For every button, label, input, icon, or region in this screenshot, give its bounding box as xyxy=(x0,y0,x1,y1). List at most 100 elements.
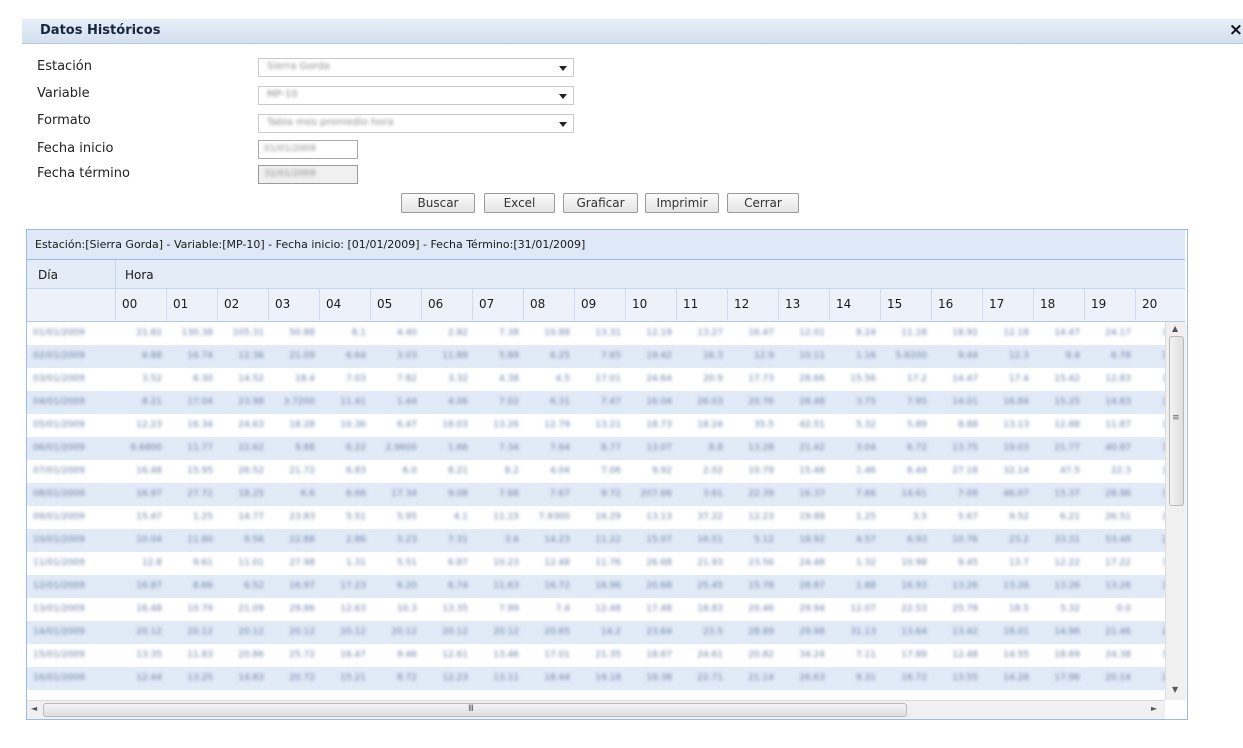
fecha-inicio-field[interactable]: 01/01/2009 xyxy=(258,140,358,159)
hour-column-header[interactable]: 10 xyxy=(625,289,676,320)
graficar-button[interactable]: Graficar xyxy=(563,193,638,213)
value-cell: 7.47 xyxy=(600,397,621,407)
variable-value: MP-10 xyxy=(267,89,298,100)
table-row[interactable]: 14/01/2009 20.12 20.12 20.12 20.12 20.12 20.12… xyxy=(27,621,1165,644)
hour-column-header[interactable]: 16 xyxy=(931,289,982,320)
close-icon[interactable]: × xyxy=(1229,20,1243,40)
chevron-down-icon[interactable] xyxy=(559,94,567,99)
hour-column-header[interactable]: 11 xyxy=(676,289,727,320)
vertical-scroll-thumb[interactable]: ≡ xyxy=(1169,336,1184,506)
value-cell: 22.39 xyxy=(748,489,774,499)
table-row[interactable]: 03/01/2009 3.52 6.30 14.52 18.4 7.03 7.82 3.32 4… xyxy=(27,368,1165,391)
value-cell: 27.72 xyxy=(187,489,213,499)
scroll-left-icon[interactable]: ◄ xyxy=(31,704,37,713)
hour-column-header[interactable]: 01 xyxy=(166,289,217,320)
hour-column-header[interactable]: 17 xyxy=(982,289,1033,320)
hour-column-header[interactable]: 18 xyxy=(1033,289,1084,320)
value-cell: 3.6 xyxy=(504,535,519,545)
value-cell: 0.1 xyxy=(1137,604,1165,615)
scroll-down-icon[interactable]: ▼ xyxy=(1172,685,1178,694)
hour-column-header[interactable]: 02 xyxy=(217,289,268,320)
hour-column-header[interactable]: 20 xyxy=(1135,289,1186,320)
value-cell: 11.83 xyxy=(187,650,213,660)
date-cell: 05/01/2009 xyxy=(33,420,85,430)
value-cell: 16.97 xyxy=(289,581,315,591)
hour-column-header[interactable]: 14 xyxy=(829,289,880,320)
hour-column-header[interactable]: 08 xyxy=(523,289,574,320)
value-cell: 28.48 xyxy=(799,397,825,407)
table-row[interactable]: 06/01/2009 6.6800 11.77 22.62 9.88 6.22 2.9600… xyxy=(27,437,1165,460)
hour-column-header[interactable]: 15 xyxy=(880,289,931,320)
value-cell: 3.7200 xyxy=(283,397,316,407)
fecha-termino-field[interactable]: 31/01/2009 xyxy=(258,165,358,184)
hour-column-header[interactable]: 03 xyxy=(268,289,319,320)
hour-column-header[interactable]: 13 xyxy=(778,289,829,320)
table-row[interactable]: 09/01/2009 15.47 1.25 14.77 23.83 5.51 5.95 4.1… xyxy=(27,506,1165,529)
imprimir-button[interactable]: Imprimir xyxy=(645,193,719,213)
value-cell: 8.2 xyxy=(504,466,519,476)
table-row[interactable]: 15/01/2009 13.35 11.83 20.86 25.72 16.47 9.46 1… xyxy=(27,644,1165,667)
table-row[interactable]: 08/01/2009 16.97 27.72 18.25 6.6 6.66 17.34 9.0… xyxy=(27,483,1165,506)
hora-column-header[interactable]: Hora xyxy=(125,268,154,282)
value-cell: 13.7 xyxy=(1008,558,1029,568)
hour-column-header[interactable]: 00 xyxy=(115,289,166,320)
table-row[interactable]: 07/01/2009 16.48 15.95 26.52 21.72 6.83 6.0 8.2… xyxy=(27,460,1165,483)
value-cell: 23.98 xyxy=(238,397,264,407)
scroll-right-icon[interactable]: ► xyxy=(1151,704,1157,713)
value-cell: 4.38 xyxy=(498,374,519,384)
value-cell: 13.13 xyxy=(1003,420,1029,430)
value-cell: 10.1 xyxy=(1137,420,1165,431)
value-cell: 14.83 xyxy=(1105,397,1131,407)
value-cell: 14.28 xyxy=(1003,673,1029,683)
value-cell: 3.03 xyxy=(396,351,417,361)
hour-column-header[interactable]: 19 xyxy=(1084,289,1135,320)
table-row[interactable]: 04/01/2009 8.21 17.04 23.98 3.7200 11.41 1.44 4… xyxy=(27,391,1165,414)
horizontal-scrollbar[interactable]: ◄ III ► xyxy=(27,700,1165,719)
horizontal-scroll-thumb[interactable]: III xyxy=(43,703,907,717)
cerrar-button[interactable]: Cerrar xyxy=(727,193,799,213)
value-cell: 17.22 xyxy=(1105,558,1131,568)
table-row[interactable]: 01/01/2009 21.82 130.38 105.31 50.88 8.1 4.40 2… xyxy=(27,322,1165,345)
chevron-down-icon[interactable] xyxy=(559,122,567,127)
value-cell: 37.22 xyxy=(697,512,723,522)
scroll-up-icon[interactable]: ▲ xyxy=(1172,324,1178,333)
excel-button[interactable]: Excel xyxy=(484,193,555,213)
variable-select[interactable]: MP-10 xyxy=(258,86,574,105)
table-row[interactable]: 05/01/2009 12.23 16.34 24.63 18.28 10.36 6.47 1… xyxy=(27,414,1165,437)
value-cell: 28.87 xyxy=(799,581,825,591)
table-row[interactable]: 16/01/2009 12.44 13.25 14.83 20.72 15.21 8.72 1… xyxy=(27,667,1165,690)
value-cell: 6.6 xyxy=(300,489,315,499)
value-cell: 11.87 xyxy=(1105,420,1131,430)
formato-select[interactable]: Tabla mes promedio hora xyxy=(258,114,574,133)
table-row[interactable]: 11/01/2009 12.8 9.61 11.01 27.98 1.31 5.51 6.87… xyxy=(27,552,1165,575)
value-cell: 13.31 xyxy=(595,328,621,338)
hour-column-header[interactable]: 05 xyxy=(370,289,421,320)
hour-column-header[interactable]: 06 xyxy=(421,289,472,320)
value-cell: 12.8 xyxy=(141,558,162,568)
grip-icon: ≡ xyxy=(1172,413,1179,423)
hour-column-header[interactable]: 12 xyxy=(727,289,778,320)
value-cell: 13.46 xyxy=(493,650,519,660)
table-row[interactable]: 12/01/2009 16.87 8.66 6.52 16.97 17.23 6.20 6.7… xyxy=(27,575,1165,598)
value-cell: 23.56 xyxy=(748,558,774,568)
dia-subheader xyxy=(27,289,115,320)
value-cell: 20.72 xyxy=(289,673,315,683)
hour-column-header[interactable]: 07 xyxy=(472,289,523,320)
value-cell: 7.99 xyxy=(498,604,519,614)
table-row[interactable]: 10/01/2009 10.04 11.80 9.56 22.88 2.86 5.23 7.3… xyxy=(27,529,1165,552)
buscar-button[interactable]: Buscar xyxy=(401,193,475,213)
hour-column-header[interactable]: 04 xyxy=(319,289,370,320)
value-cell: 3.75 xyxy=(855,397,876,407)
value-cell: 46.07 xyxy=(1003,489,1029,499)
value-cell: 21.72 xyxy=(289,466,315,476)
chevron-down-icon[interactable] xyxy=(559,66,567,71)
value-cell: 7.03 xyxy=(345,374,366,384)
hour-column-header[interactable]: 09 xyxy=(574,289,625,320)
dia-column-header[interactable]: Día xyxy=(38,268,58,282)
value-cell: 22.53 xyxy=(901,604,927,614)
table-row[interactable]: 13/01/2009 16.48 10.79 21.09 29.86 12.63 10.3 1… xyxy=(27,598,1165,621)
formato-value: Tabla mes promedio hora xyxy=(267,117,394,128)
estacion-select[interactable]: Sierra Gorda xyxy=(258,58,574,77)
vertical-scrollbar[interactable]: ▲ ≡ ▼ xyxy=(1165,322,1186,700)
table-row[interactable]: 02/01/2009 6.88 16.74 12.36 21.09 6.64 3.03 11.… xyxy=(27,345,1165,368)
